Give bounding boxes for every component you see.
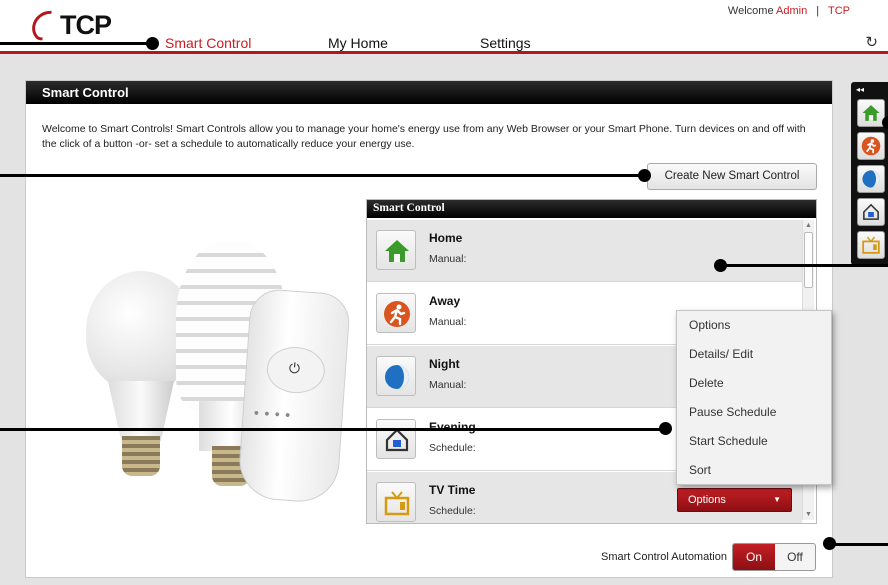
callout-dot-quickbar: [714, 259, 727, 272]
automation-toggle[interactable]: On Off: [732, 543, 816, 571]
options-dropdown: Options Details/ Edit Delete Pause Sched…: [676, 310, 832, 485]
item-mode: Manual:: [429, 379, 467, 391]
welcome-text: Welcome: [727, 5, 774, 17]
callout-dot-nav: [146, 37, 159, 50]
top-header: TCP Welcome Admin | TCP Smart Control My…: [0, 0, 888, 54]
product-illustration: ⏻ ●●●●: [66, 231, 366, 541]
power-icon: ⏻: [288, 359, 301, 377]
toggle-on[interactable]: On: [733, 544, 775, 570]
tv-icon[interactable]: [857, 231, 885, 259]
item-mode: Manual:: [429, 316, 467, 328]
callout-line-create: [0, 174, 645, 177]
callout-line-list: [0, 428, 667, 431]
create-smart-control-button[interactable]: Create New Smart Control: [647, 163, 817, 190]
flood-bulb-neck: [108, 381, 174, 441]
item-name: Evening: [429, 420, 476, 434]
running-man-icon[interactable]: [857, 132, 885, 160]
options-label: Options: [688, 494, 726, 506]
callout-dot-create: [638, 169, 651, 182]
callout-line-quickbar: [720, 264, 888, 267]
scroll-down-icon[interactable]: ▼: [805, 511, 812, 518]
item-name: Away: [429, 294, 461, 308]
menu-item-options[interactable]: Options: [689, 318, 730, 332]
running-man-icon[interactable]: [376, 293, 416, 333]
remote-control-image: ⏻ ●●●●: [236, 287, 352, 505]
logo-text: TCP: [60, 10, 112, 40]
item-name: TV Time: [429, 483, 476, 497]
menu-item-start-schedule[interactable]: Start Schedule: [689, 434, 768, 448]
automation-label: Smart Control Automation: [601, 551, 727, 563]
house-light-icon[interactable]: [376, 419, 416, 459]
menu-item-pause-schedule[interactable]: Pause Schedule: [689, 405, 776, 419]
moon-icon[interactable]: [376, 356, 416, 396]
menu-item-details-edit[interactable]: Details/ Edit: [689, 347, 753, 361]
callout-dot-quickbar-top: [882, 116, 888, 129]
item-mode: Schedule:: [429, 442, 476, 454]
intro-text: Welcome to Smart Controls! Smart Control…: [42, 123, 806, 150]
flood-bulb-base: [122, 436, 160, 476]
brand-link[interactable]: TCP: [828, 5, 850, 17]
callout-line-toggle: [830, 543, 888, 546]
scroll-thumb[interactable]: [804, 232, 813, 288]
caret-down-icon: ▼: [773, 495, 781, 504]
home-icon[interactable]: [857, 99, 885, 127]
quick-access-bar: ◂◂: [851, 82, 888, 265]
nav-smart-control[interactable]: Smart Control: [165, 35, 251, 51]
scroll-up-icon[interactable]: ▲: [805, 222, 812, 229]
moon-icon[interactable]: [857, 165, 885, 193]
user-link[interactable]: Admin: [776, 5, 807, 17]
callout-dot-list: [659, 422, 672, 435]
options-button[interactable]: Options ▼: [677, 488, 792, 512]
collapse-icon[interactable]: ◂◂: [856, 85, 864, 94]
home-icon[interactable]: [376, 230, 416, 270]
house-light-icon[interactable]: [857, 198, 885, 226]
nav-my-home[interactable]: My Home: [328, 35, 388, 51]
remote-buttons: ●●●●: [253, 407, 296, 421]
menu-item-delete[interactable]: Delete: [689, 376, 724, 390]
item-name: Night: [429, 357, 460, 371]
tcp-logo[interactable]: TCP: [25, 4, 130, 46]
refresh-icon[interactable]: ↻: [865, 33, 878, 51]
list-title: Smart Control: [367, 200, 816, 218]
item-mode: Schedule:: [429, 505, 476, 517]
toggle-off[interactable]: Off: [775, 544, 815, 570]
nav-settings[interactable]: Settings: [480, 35, 531, 51]
callout-line-nav: [0, 42, 152, 45]
welcome-separator: |: [816, 5, 820, 17]
panel-title: Smart Control: [26, 81, 832, 104]
item-mode: Manual:: [429, 253, 467, 265]
tv-icon[interactable]: [376, 482, 416, 522]
item-name: Home: [429, 231, 463, 245]
callout-dot-toggle: [823, 537, 836, 550]
welcome-bar: Welcome Admin | TCP: [728, 5, 850, 17]
menu-item-sort[interactable]: Sort: [689, 463, 711, 477]
list-item[interactable]: Home Manual:: [367, 220, 802, 282]
